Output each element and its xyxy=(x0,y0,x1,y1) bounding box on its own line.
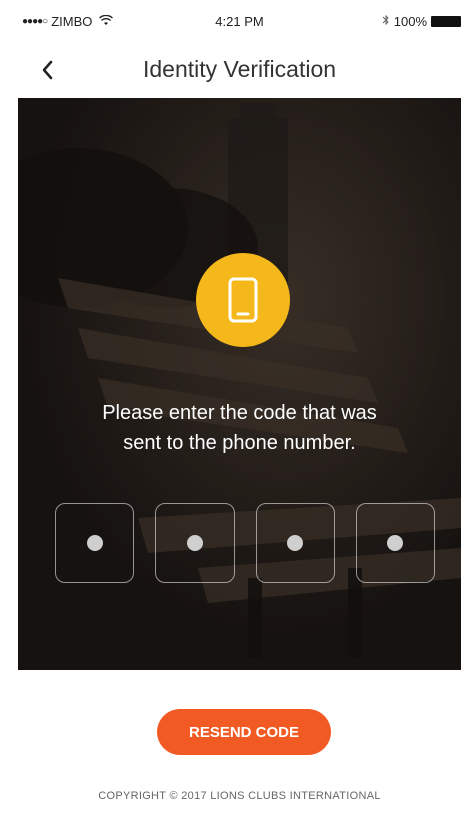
code-digit-2[interactable] xyxy=(155,503,235,583)
bench-background-image xyxy=(18,98,461,670)
left-margin xyxy=(0,0,18,820)
page-title: Identity Verification xyxy=(142,56,337,82)
code-digit-3[interactable] xyxy=(255,503,335,583)
phone-icon-badge xyxy=(196,253,290,347)
code-input-group xyxy=(55,503,435,583)
instruction-text: Please enter the code that was sent to t… xyxy=(18,398,461,458)
instruction-line-1: Please enter the code that was xyxy=(102,402,377,424)
hero-section: Please enter the code that was sent to t… xyxy=(18,98,461,670)
bluetooth-icon xyxy=(382,14,390,29)
status-right: 100% xyxy=(382,14,461,29)
battery-percentage: 100% xyxy=(393,14,427,29)
smartphone-icon xyxy=(228,277,258,323)
code-dot xyxy=(387,535,404,551)
instruction-line-2: sent to the phone number. xyxy=(123,432,356,454)
code-digit-4[interactable] xyxy=(355,503,435,583)
code-dot xyxy=(186,535,203,551)
code-digit-1[interactable] xyxy=(55,503,135,583)
screen: ●●●●○ ZIMBO 4:21 PM 100% Identity Verifi… xyxy=(0,0,461,820)
status-bar: ●●●●○ ZIMBO 4:21 PM 100% xyxy=(18,8,461,34)
code-dot xyxy=(287,535,304,551)
battery-icon xyxy=(431,16,461,27)
copyright-text: COPYRIGHT © 2017 LIONS CLUBS INTERNATION… xyxy=(98,790,381,802)
code-dot xyxy=(86,535,103,551)
navigation-bar: Identity Verification xyxy=(18,44,461,98)
resend-code-button[interactable]: RESEND CODE xyxy=(157,709,331,755)
